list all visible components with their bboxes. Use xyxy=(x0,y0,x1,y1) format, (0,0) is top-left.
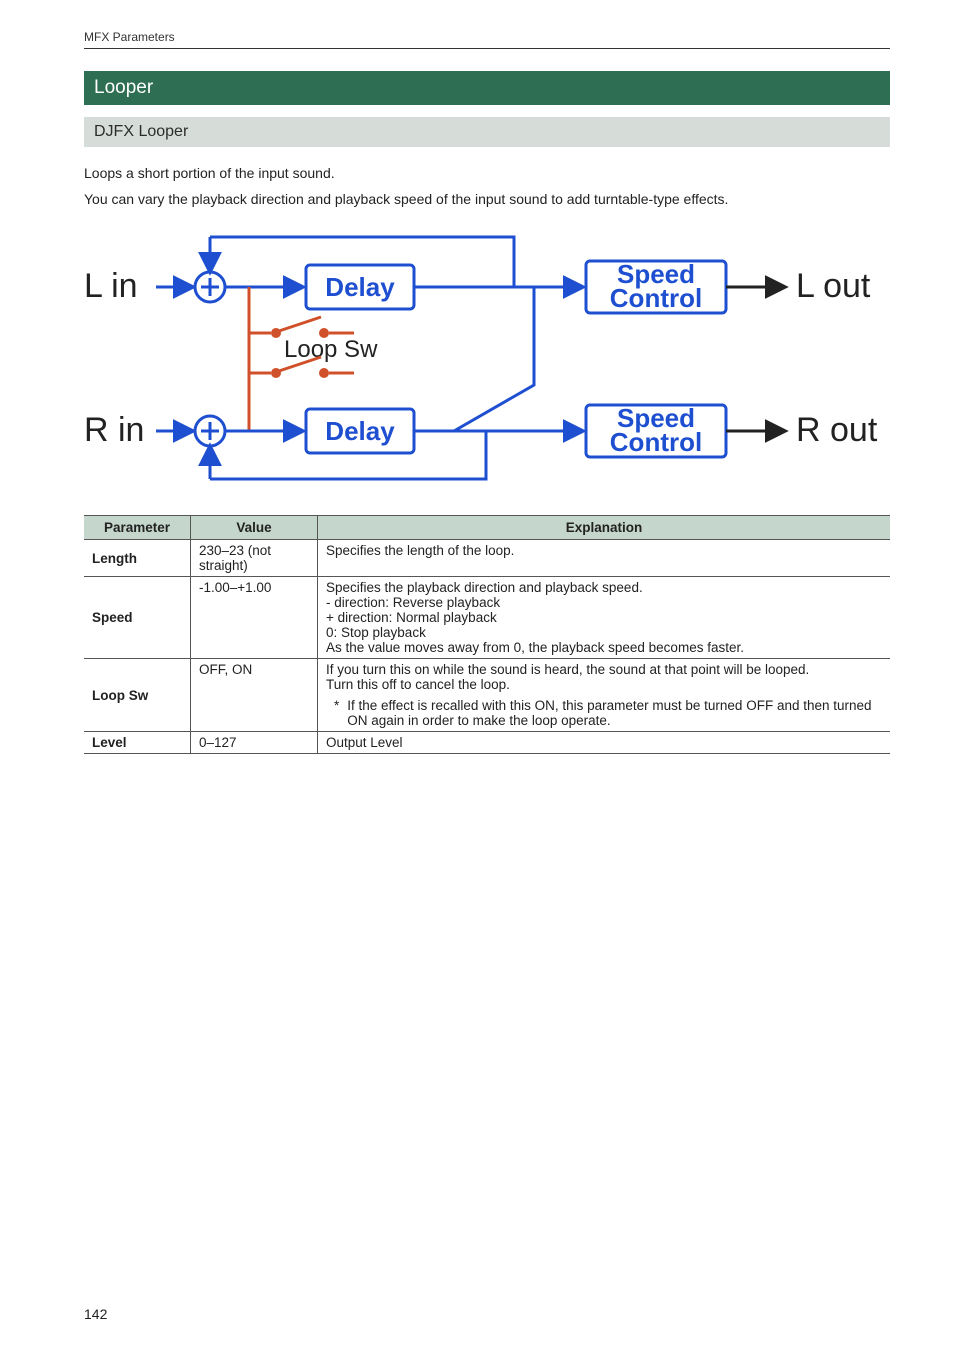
table-row: Speed -1.00–+1.00 Specifies the playback… xyxy=(84,577,890,659)
param-value-length: 230–23 (not straight) xyxy=(191,540,318,577)
subsection-title-bar: DJFX Looper xyxy=(84,117,890,147)
param-explanation-level: Output Level xyxy=(318,732,891,754)
diagram-label-l-in: L in xyxy=(84,267,138,305)
loopsw-note: * If the effect is recalled with this ON… xyxy=(326,698,882,728)
diagram-box-delay-r: Delay xyxy=(325,416,395,446)
param-explanation-speed: Specifies the playback direction and pla… xyxy=(318,577,891,659)
asterisk-icon: * xyxy=(334,698,339,728)
table-row: Loop Sw OFF, ON If you turn this on whil… xyxy=(84,659,890,732)
param-name-speed: Speed xyxy=(84,577,191,659)
table-header-value: Value xyxy=(191,516,318,540)
parameter-table: Parameter Value Explanation Length 230–2… xyxy=(84,515,890,754)
table-header-parameter: Parameter xyxy=(84,516,191,540)
speed-exp-line: As the value moves away from 0, the play… xyxy=(326,640,882,655)
param-explanation-length: Specifies the length of the loop. xyxy=(318,540,891,577)
intro-paragraph-1: Loops a short portion of the input sound… xyxy=(84,165,890,181)
speed-exp-line: + direction: Normal playback xyxy=(326,610,882,625)
diagram-label-r-in: R in xyxy=(84,411,144,449)
table-header-explanation: Explanation xyxy=(318,516,891,540)
table-row: Level 0–127 Output Level xyxy=(84,732,890,754)
diagram-label-l-out: L out xyxy=(796,267,871,305)
diagram-box-speed-l-2: Control xyxy=(610,283,702,313)
speed-exp-line: Specifies the playback direction and pla… xyxy=(326,580,882,595)
intro-paragraph-2: You can vary the playback direction and … xyxy=(84,191,890,207)
diagram-box-delay-l: Delay xyxy=(325,272,395,302)
param-value-speed: -1.00–+1.00 xyxy=(191,577,318,659)
speed-exp-line: 0: Stop playback xyxy=(326,625,882,640)
loopsw-exp-line: If you turn this on while the sound is h… xyxy=(326,662,882,677)
param-name-length: Length xyxy=(84,540,191,577)
speed-exp-line: - direction: Reverse playback xyxy=(326,595,882,610)
param-value-loopsw: OFF, ON xyxy=(191,659,318,732)
breadcrumb: MFX Parameters xyxy=(84,30,890,49)
section-title-bar: Looper xyxy=(84,71,890,105)
param-name-loopsw: Loop Sw xyxy=(84,659,191,732)
diagram-label-loop-sw: Loop Sw xyxy=(284,336,378,363)
table-row: Length 230–23 (not straight) Specifies t… xyxy=(84,540,890,577)
signal-flow-diagram: L in Delay Speed Control L out Loop Sw R… xyxy=(84,225,890,489)
diagram-label-r-out: R out xyxy=(796,411,878,449)
page-number: 142 xyxy=(84,1306,107,1322)
loopsw-note-text: If the effect is recalled with this ON, … xyxy=(347,698,882,728)
loopsw-exp-line: Turn this off to cancel the loop. xyxy=(326,677,882,692)
param-explanation-loopsw: If you turn this on while the sound is h… xyxy=(318,659,891,732)
param-value-level: 0–127 xyxy=(191,732,318,754)
param-name-level: Level xyxy=(84,732,191,754)
diagram-box-speed-r-2: Control xyxy=(610,427,702,457)
